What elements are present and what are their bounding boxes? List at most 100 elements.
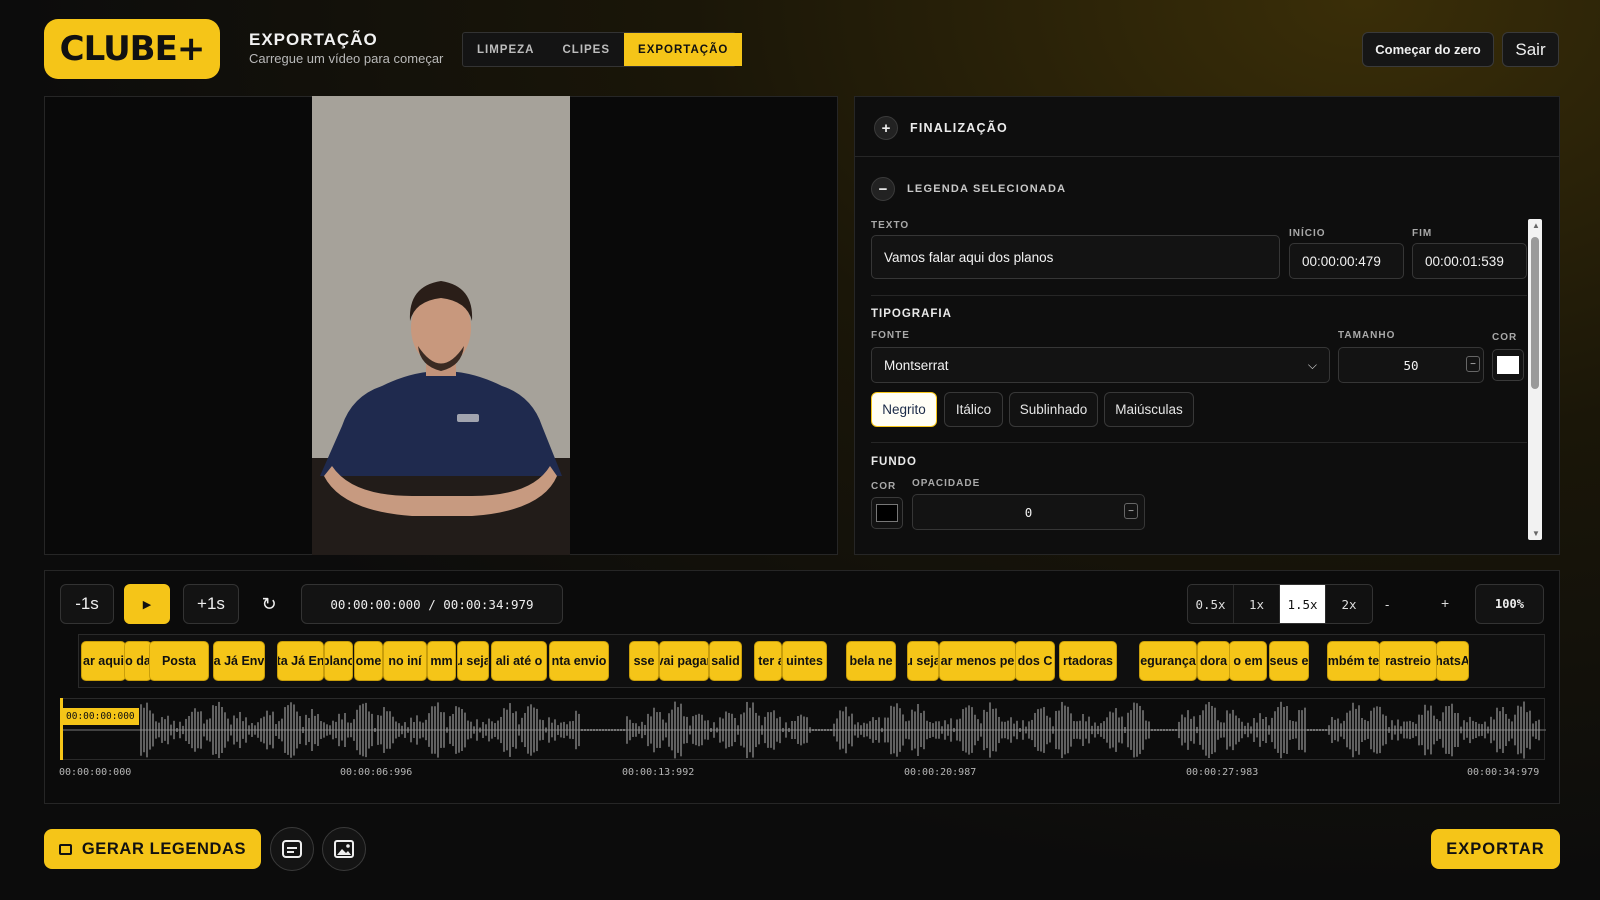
subtitle-clip[interactable]: ome: [354, 641, 383, 681]
subtitle-clip[interactable]: no iní: [383, 641, 427, 681]
time-tick: 00:00:34:979: [1467, 767, 1540, 778]
opacity-value: 0: [1024, 504, 1033, 520]
subtitle-clip[interactable]: uintes: [782, 641, 827, 681]
subtitle-clip[interactable]: o em: [1229, 641, 1267, 681]
subtitle-clip[interactable]: ar aqui: [81, 641, 126, 681]
subtitle-clip[interactable]: bela ne: [846, 641, 896, 681]
finalizacao-title: FINALIZAÇÃO: [910, 121, 1008, 135]
time-tick: 00:00:13:992: [622, 767, 695, 778]
generate-subtitles-button[interactable]: GERAR LEGENDAS: [44, 829, 261, 869]
legenda-title: LEGENDA SELECIONADA: [907, 183, 1067, 195]
logo: CLUBE+: [44, 19, 220, 79]
panel-scrollbar[interactable]: ▲ ▼: [1528, 219, 1542, 540]
subtitle-clip[interactable]: rastreio: [1379, 641, 1437, 681]
speed-1-5x[interactable]: 1.5x: [1280, 585, 1326, 623]
subtitle-clip[interactable]: seus e: [1269, 641, 1309, 681]
zoom-in-button[interactable]: +: [1441, 595, 1449, 611]
text-color-swatch: [1497, 356, 1519, 374]
zoom-level: 100%: [1475, 584, 1544, 624]
tab-exportacao[interactable]: EXPORTAÇÃO: [624, 33, 743, 66]
speed-1x[interactable]: 1x: [1234, 585, 1280, 623]
background-color-swatch: [876, 504, 898, 522]
waveform-graphic: [61, 701, 1546, 759]
subtitle-track: ar aquio daPostaa Já Env ta Já Enplanoome…: [78, 634, 1545, 688]
time-tick: 00:00:27:983: [1186, 767, 1259, 778]
tamanho-label: TAMANHO: [1338, 330, 1396, 341]
subtitle-style-button[interactable]: [270, 827, 314, 871]
play-icon: ▶: [142, 598, 152, 611]
start-time-input[interactable]: 00:00:00:479: [1289, 243, 1404, 279]
stepper-icon[interactable]: −: [1466, 356, 1480, 372]
tab-clipes[interactable]: CLIPES: [548, 33, 624, 66]
fundo-title: FUNDO: [871, 456, 917, 468]
subtitle-text-input[interactable]: Vamos falar aqui dos planos: [871, 235, 1280, 279]
video-person-image: [312, 96, 570, 555]
subtitle-clip[interactable]: dora: [1197, 641, 1230, 681]
time-display: 00:00:00:000 / 00:00:34:979: [301, 584, 563, 624]
subtitle-clip[interactable]: nta envio: [549, 641, 609, 681]
uppercase-toggle[interactable]: Maiúsculas: [1104, 392, 1194, 427]
scroll-down-icon[interactable]: ▼: [1532, 529, 1540, 538]
tab-limpeza[interactable]: LIMPEZA: [463, 33, 548, 66]
rewind-1s-button[interactable]: -1s: [60, 584, 114, 624]
page-subtitle: Carregue um vídeo para começar: [249, 51, 444, 66]
export-button[interactable]: EXPORTAR: [1431, 829, 1560, 869]
playhead-label: 00:00:00:000: [62, 708, 139, 725]
speed-0-5x[interactable]: 0.5x: [1188, 585, 1234, 623]
time-tick: 00:00:20:987: [904, 767, 977, 778]
cor-label: COR: [1492, 332, 1518, 343]
reset-button[interactable]: ↻: [248, 584, 290, 624]
zoom-out-button[interactable]: -: [1385, 597, 1389, 612]
video-frame: [312, 96, 570, 555]
waveform[interactable]: [60, 698, 1546, 760]
underline-toggle[interactable]: Sublinhado: [1009, 392, 1098, 427]
subtitle-clip[interactable]: Posta: [149, 641, 209, 681]
font-size-input[interactable]: 50: [1338, 347, 1484, 383]
logout-button[interactable]: Sair: [1502, 32, 1559, 67]
italic-toggle[interactable]: Itálico: [944, 392, 1003, 427]
forward-1s-button[interactable]: +1s: [183, 584, 239, 624]
subtitle-clip[interactable]: o da: [124, 641, 152, 681]
play-button[interactable]: ▶: [124, 584, 170, 624]
subtitle-clip[interactable]: vai pagar: [659, 641, 709, 681]
subtitle-clip[interactable]: a Já Env: [213, 641, 265, 681]
time-tick: 00:00:00:000: [59, 767, 132, 778]
scrollbar-thumb[interactable]: [1531, 237, 1539, 389]
expand-finalizacao-button[interactable]: +: [874, 116, 898, 140]
texto-label: TEXTO: [871, 220, 910, 231]
font-size-value: 50: [1403, 357, 1419, 373]
time-tick: 00:00:06:996: [340, 767, 413, 778]
subtitle-clip[interactable]: i ter a: [754, 641, 782, 681]
subtitle-clip[interactable]: rtadoras: [1059, 641, 1117, 681]
divider: [871, 295, 1527, 296]
subtitle-clip[interactable]: plano: [324, 641, 353, 681]
opacity-input[interactable]: 0: [912, 494, 1145, 530]
subtitle-clip[interactable]: ali até o: [491, 641, 547, 681]
subtitle-clip[interactable]: ta Já En: [277, 641, 324, 681]
subtitle-clip[interactable]: mbém te: [1327, 641, 1380, 681]
subtitle-clip[interactable]: ar menos pe: [939, 641, 1016, 681]
scroll-up-icon[interactable]: ▲: [1532, 221, 1540, 230]
subtitle-clip[interactable]: egurança: [1139, 641, 1197, 681]
page-title: EXPORTAÇÃO: [249, 30, 378, 49]
subtitle-clip[interactable]: u seja: [457, 641, 489, 681]
background-color-picker[interactable]: [871, 497, 903, 529]
speed-2x[interactable]: 2x: [1326, 585, 1372, 623]
subtitle-clip[interactable]: mm: [427, 641, 456, 681]
subtitle-clip[interactable]: salid: [709, 641, 742, 681]
subtitle-clip[interactable]: u seja: [907, 641, 939, 681]
stepper-icon[interactable]: −: [1124, 503, 1138, 519]
step-tabs: LIMPEZA CLIPES EXPORTAÇÃO: [462, 32, 743, 67]
bold-toggle[interactable]: Negrito: [871, 392, 937, 427]
divider: [871, 442, 1527, 443]
font-select[interactable]: Montserrat ⌵: [871, 347, 1330, 383]
end-time-input[interactable]: 00:00:01:539: [1412, 243, 1527, 279]
subtitle-clip[interactable]: sse: [629, 641, 659, 681]
image-button[interactable]: [322, 827, 366, 871]
subtitle-clip[interactable]: dos C: [1015, 641, 1055, 681]
restart-button[interactable]: Começar do zero: [1362, 32, 1494, 67]
collapse-legenda-button[interactable]: −: [871, 177, 895, 201]
subtitle-clip[interactable]: hatsA: [1436, 641, 1469, 681]
text-color-picker[interactable]: [1492, 349, 1524, 381]
fonte-label: FONTE: [871, 330, 910, 341]
